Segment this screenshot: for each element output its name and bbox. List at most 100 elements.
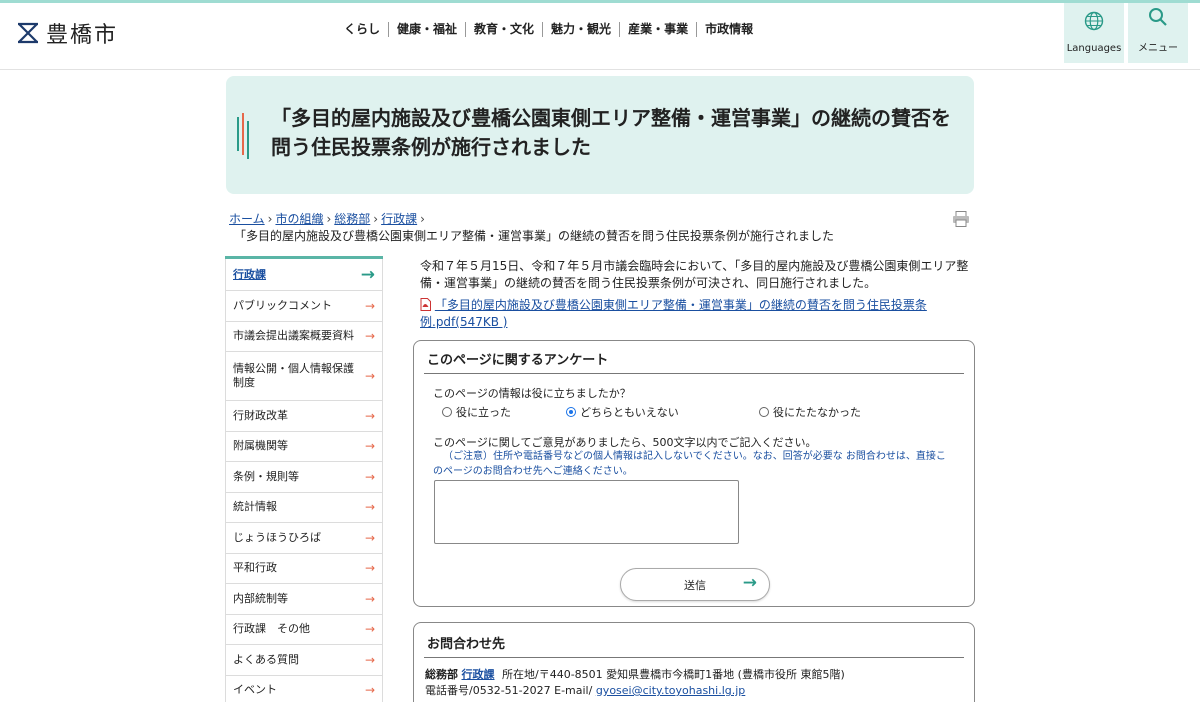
arrow-right-icon: → (364, 369, 375, 383)
radio-helpful[interactable]: 役に立った (442, 404, 511, 420)
nav-item-industry[interactable]: 産業・事業 (620, 22, 698, 37)
globe-icon (1084, 11, 1104, 31)
contact-title: お問合わせ先 (427, 637, 506, 652)
divider (424, 657, 964, 658)
breadcrumb-organization[interactable]: 市の組織 (275, 212, 323, 226)
main-content: 令和７年５月15日、令和７年５月市議会臨時会において、「多目的屋内施設及び豊橋公… (413, 258, 975, 331)
sidebar-item-statistics[interactable]: 統計情報 → (225, 492, 383, 523)
radio-label: どちらともいえない (580, 406, 679, 419)
sidebar-item-label: よくある質問 (233, 652, 299, 666)
sidebar-item-other[interactable]: 行政課 その他 → (225, 614, 383, 645)
sidebar-item-events[interactable]: イベント → (225, 675, 383, 702)
nav-item-kurashi[interactable]: くらし (336, 22, 390, 37)
nav-item-tourism[interactable]: 魅力・観光 (543, 22, 621, 37)
sidebar-item-info-plaza[interactable]: じょうほうひろば → (225, 523, 383, 554)
site-header: 豊橋市 くらし 健康・福祉 教育・文化 魅力・観光 産業・事業 市政情報 Lan… (0, 3, 1200, 70)
contact-phone: 電話番号/0532-51-2027 E-mail/ (425, 684, 593, 697)
radio-label: 役にたたなかった (773, 406, 861, 419)
body-text: 令和７年５月15日、令和７年５月市議会臨時会において、「多目的屋内施設及び豊橋公… (420, 259, 969, 290)
radio-neutral[interactable]: どちらともいえない (566, 404, 679, 420)
sidebar-item-ordinances[interactable]: 条例・規則等 → (225, 462, 383, 493)
nav-item-education[interactable]: 教育・文化 (466, 22, 544, 37)
radio-circle[interactable] (759, 407, 769, 417)
sidebar-item-internal-control[interactable]: 内部統制等 → (225, 584, 383, 615)
sidebar-item-peace[interactable]: 平和行政 → (225, 553, 383, 584)
sidebar-item-label: 平和行政 (233, 561, 277, 575)
sidebar-item-label: 情報公開・個人情報保護制度 (233, 362, 354, 389)
sidebar-item-label: 行政課 その他 (233, 622, 310, 636)
radio-not-helpful[interactable]: 役にたたなかった (759, 404, 861, 420)
arrow-right-icon: → (364, 683, 375, 698)
pdf-icon (420, 298, 431, 311)
arrow-right-icon: → (360, 264, 375, 285)
sidebar-item-reform[interactable]: 行財政改革 → (225, 401, 383, 432)
arrow-right-icon: → (364, 469, 375, 484)
radio-circle[interactable] (442, 407, 452, 417)
breadcrumb-general-affairs[interactable]: 総務部 (334, 212, 370, 226)
site-logo[interactable]: 豊橋市 (16, 17, 118, 49)
nav-item-health[interactable]: 健康・福祉 (389, 22, 467, 37)
menu-label: メニュー (1138, 43, 1178, 54)
arrow-right-icon: → (364, 439, 375, 454)
page-title-box: 「多目的屋内施設及び豊橋公園東側エリア整備・運営事業」の継続の賛否を問う住民投票… (226, 76, 974, 194)
title-decoration-icon (237, 113, 249, 159)
sidebar-item-label: 附属機関等 (233, 439, 288, 453)
arrow-right-icon: → (364, 500, 375, 515)
global-nav: くらし 健康・福祉 教育・文化 魅力・観光 産業・事業 市政情報 (336, 22, 761, 37)
arrow-right-icon: → (364, 298, 375, 313)
arrow-right-icon: → (364, 408, 375, 423)
contact-email-link[interactable]: gyosei@city.toyohashi.lg.jp (596, 684, 745, 697)
pdf-link[interactable]: 「多目的屋内施設及び豊橋公園東側エリア整備・運営事業」の継続の賛否を問う住民投票… (420, 298, 927, 329)
breadcrumb-current: 「多目的屋内施設及び豊橋公園東側エリア整備・運営事業」の継続の賛否を問う住民投票… (234, 229, 835, 243)
contact-section-link[interactable]: 行政課 (462, 668, 495, 681)
radio-circle[interactable] (566, 407, 576, 417)
sidebar-item-label: 条例・規則等 (233, 469, 299, 483)
sidebar-item-label: 統計情報 (233, 500, 277, 514)
contact-dept: 総務部 (425, 668, 458, 681)
submit-button[interactable]: 送信 → (620, 568, 770, 601)
radio-label: 役に立った (456, 406, 511, 419)
sidebar-item-public-comment[interactable]: パブリックコメント → (225, 291, 383, 322)
sidebar-item-label: じょうほうひろば (233, 530, 321, 544)
logo-text: 豊橋市 (46, 23, 119, 48)
breadcrumb-home[interactable]: ホーム (229, 212, 265, 226)
contact-info: 総務部 行政課 所在地/〒440-8501 愛知県豊橋市今橋町1番地 (豊橋市役… (425, 667, 965, 699)
sidebar-item-label: 内部統制等 (233, 591, 288, 605)
nav-item-city-info[interactable]: 市政情報 (697, 22, 761, 37)
page-survey: このページに関するアンケート このページの情報は役に立ちましたか？ 役に立った … (413, 340, 975, 607)
submit-label: 送信 (684, 578, 706, 592)
arrow-right-icon: → (364, 329, 375, 344)
arrow-right-icon: → (364, 652, 375, 667)
languages-label: Languages (1066, 43, 1122, 54)
sidebar-item-label: 行財政改革 (233, 408, 288, 422)
sidebar-item-label: 行政課 (233, 267, 266, 281)
menu-button[interactable]: メニュー (1128, 3, 1188, 63)
breadcrumb-admin-division[interactable]: 行政課 (381, 212, 417, 226)
sidebar-item-council-bills[interactable]: 市議会提出議案概要資料 → (225, 321, 383, 352)
sidebar-item-faq[interactable]: よくある質問 → (225, 645, 383, 676)
page-title: 「多目的屋内施設及び豊橋公園東側エリア整備・運営事業」の継続の賛否を問う住民投票… (271, 106, 951, 159)
sidebar-item-info-disclosure[interactable]: 情報公開・個人情報保護制度 → (225, 352, 383, 401)
languages-button[interactable]: Languages (1064, 3, 1124, 63)
survey-title: このページに関するアンケート (427, 353, 609, 368)
survey-note: （ご注意）住所や電話番号などの個人情報は記入しないでください。なお、回答が必要な… (433, 451, 946, 477)
sidebar-item-label: 市議会提出議案概要資料 (233, 329, 354, 343)
sidebar-item-admin-division[interactable]: 行政課 → (225, 259, 383, 291)
survey-question-1: このページの情報は役に立ちましたか？ (433, 387, 631, 400)
search-icon (1149, 8, 1167, 26)
comment-textarea[interactable] (434, 480, 739, 544)
arrow-right-icon: → (364, 591, 375, 606)
contact-address: 所在地/〒440-8501 愛知県豊橋市今橋町1番地 (豊橋市役所 東館5階) (502, 668, 845, 681)
arrow-right-icon: → (364, 622, 375, 637)
arrow-right-icon: → (742, 573, 757, 593)
sidebar-item-label: パブリックコメント (233, 298, 332, 312)
survey-question-2: このページに関してご意見がありましたら、500文字以内でご記入ください。 (433, 436, 817, 449)
breadcrumb: ホーム › 市の組織 › 総務部 › 行政課 › 「多目的屋内施設及び豊橋公園東側エリア整備・… (229, 212, 835, 243)
pdf-link-row: 「多目的屋内施設及び豊橋公園東側エリア整備・運営事業」の継続の賛否を問う住民投票… (413, 297, 975, 331)
contact-box: お問合わせ先 総務部 行政課 所在地/〒440-8501 愛知県豊橋市今橋町1番… (413, 622, 975, 702)
arrow-right-icon: → (364, 561, 375, 576)
sidebar-item-affiliated-bodies[interactable]: 附属機関等 → (225, 431, 383, 462)
sidebar-item-label: イベント (233, 683, 277, 697)
printer-icon[interactable] (952, 211, 970, 227)
arrow-right-icon: → (364, 530, 375, 545)
